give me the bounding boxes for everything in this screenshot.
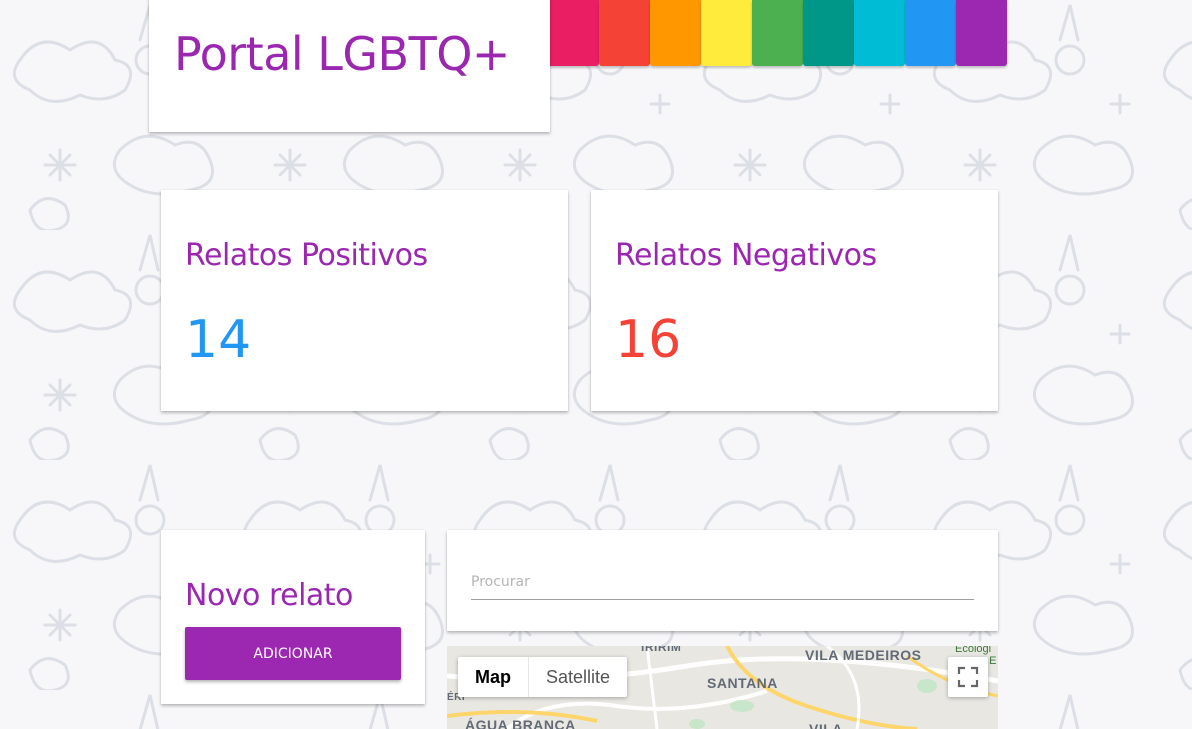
negative-reports-card: Relatos Negativos 16 [591, 190, 998, 411]
page: Portal LGBTQ+ Relatos Positivos 14 Relat… [0, 0, 1192, 729]
rainbow-stripe-2 [599, 0, 650, 66]
negative-reports-label: Relatos Negativos [615, 238, 877, 273]
negative-reports-count: 16 [615, 310, 682, 370]
rainbow-stripe-4 [701, 0, 752, 66]
rainbow-stripe-7 [854, 0, 905, 66]
map-label-agua-branca: ÁGUA BRANCA [465, 717, 576, 729]
page-title: Portal LGBTQ+ [174, 27, 510, 81]
rainbow-stripe-1 [548, 0, 599, 66]
map-label-top: IRIRIM [641, 646, 682, 654]
rainbow-stripe-5 [752, 0, 803, 66]
rainbow-stripe-6 [803, 0, 854, 66]
add-report-button[interactable]: ADICIONAR [185, 627, 401, 680]
header-card: Portal LGBTQ+ [149, 0, 550, 132]
map-type-satellite-button[interactable]: Satellite [528, 657, 627, 697]
map-label-vila-medeiros: VILA MEDEIROS [805, 647, 922, 663]
map-label-vila: VILA [809, 721, 843, 729]
rainbow-stripe-8 [905, 0, 956, 66]
map[interactable]: IRIRIM VILA MEDEIROS Ecológi e E SANTANA… [447, 646, 998, 729]
search-input[interactable] [471, 564, 974, 600]
new-report-card: Novo relato ADICIONAR [161, 530, 425, 704]
map-label-ecologico: Ecológi [955, 646, 992, 655]
rainbow-stripe-3 [650, 0, 701, 66]
map-type-control: Map Satellite [458, 657, 628, 697]
map-label-santana: SANTANA [707, 675, 778, 691]
positive-reports-card: Relatos Positivos 14 [161, 190, 568, 411]
fullscreen-icon [957, 666, 979, 688]
map-type-map-button[interactable]: Map [458, 657, 528, 697]
new-report-title: Novo relato [185, 578, 353, 613]
fullscreen-button[interactable] [948, 657, 988, 697]
positive-reports-count: 14 [185, 310, 252, 370]
positive-reports-label: Relatos Positivos [185, 238, 428, 273]
search-card [447, 530, 998, 631]
rainbow-banner [548, 0, 1007, 66]
rainbow-stripe-9 [956, 0, 1007, 66]
